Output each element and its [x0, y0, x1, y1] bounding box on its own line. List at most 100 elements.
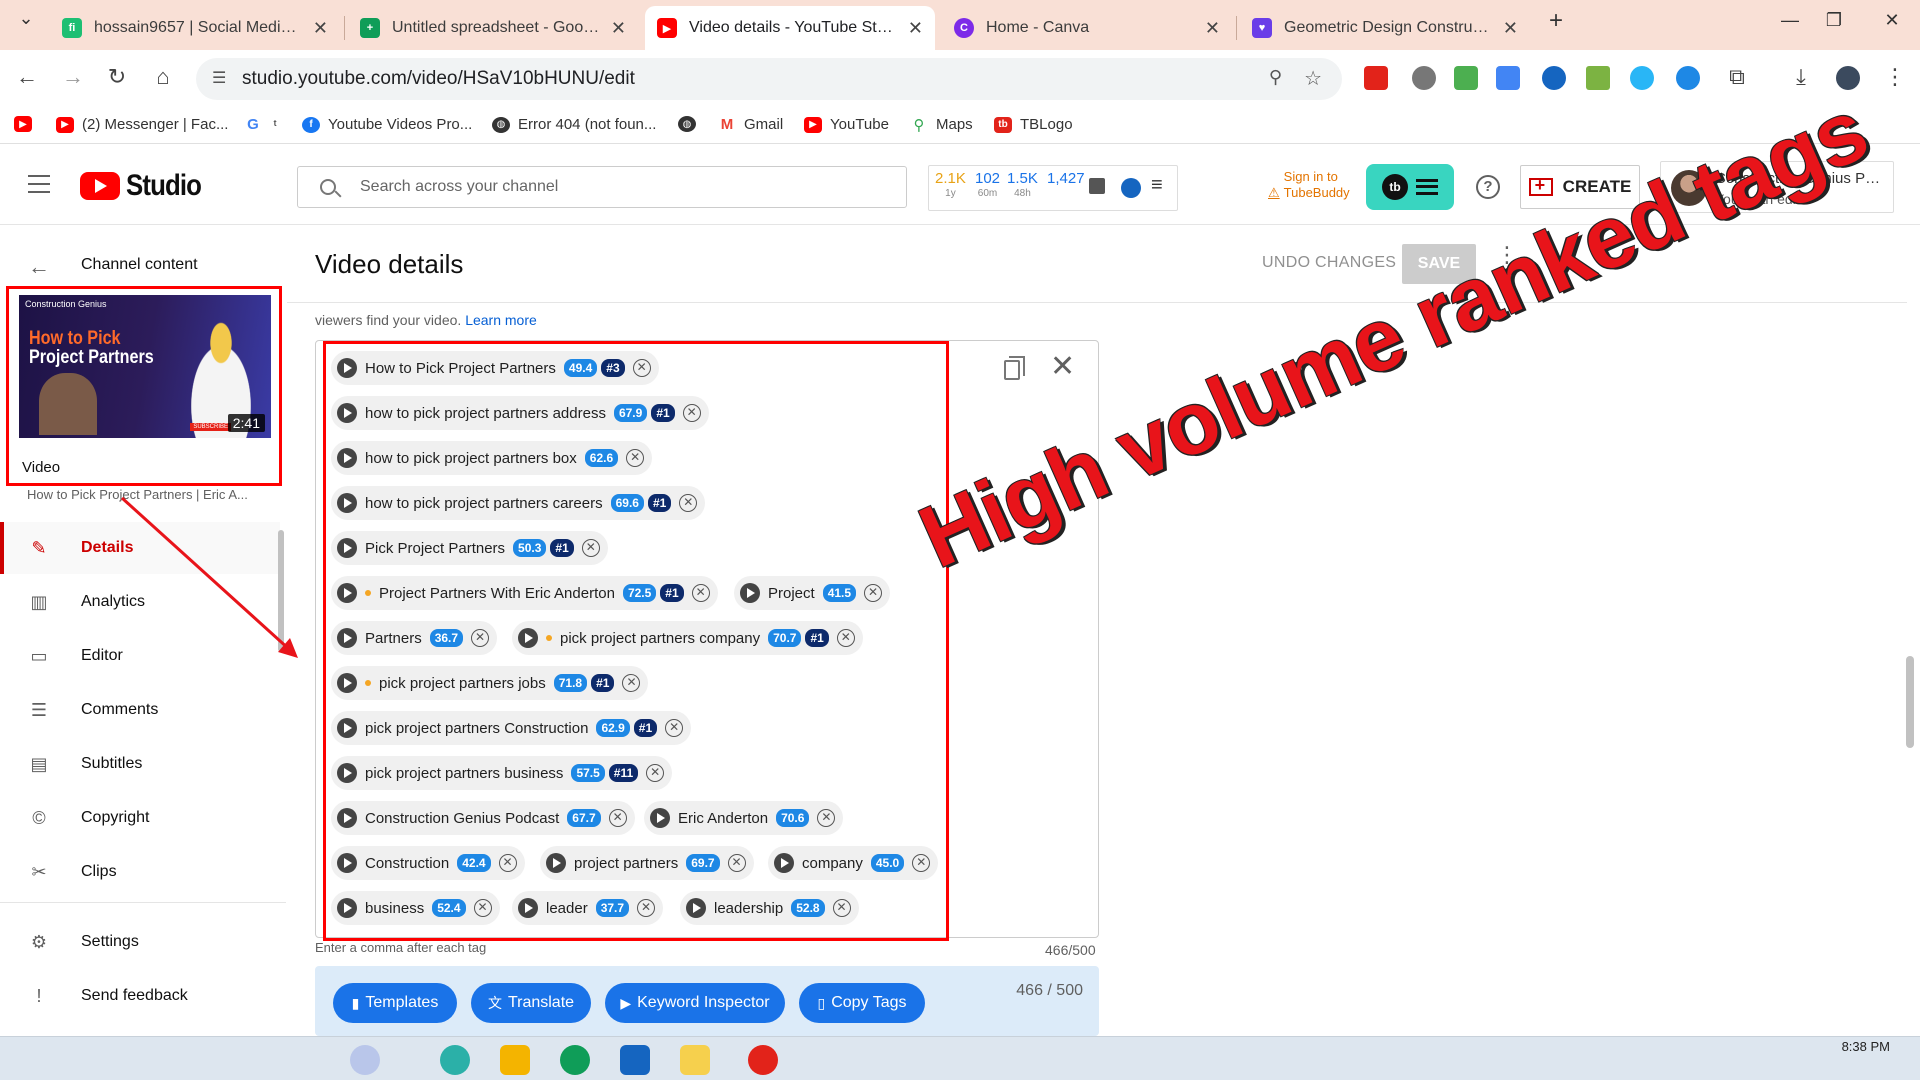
sidebar-item-clips[interactable]: ✂ Clips: [0, 846, 280, 898]
translate-extension-icon[interactable]: [1496, 66, 1520, 90]
tag-chip[interactable]: project partners 69.7 ✕: [540, 846, 754, 880]
sidebar-item-subtitles[interactable]: ▤ Subtitles: [0, 738, 280, 790]
sidebar-item-copyright[interactable]: © Copyright: [0, 792, 280, 844]
tab-search-icon[interactable]: ⌄: [6, 8, 46, 29]
extension-badge-icon[interactable]: [1412, 66, 1436, 90]
site-info-icon[interactable]: ☰: [212, 68, 226, 88]
stats-menu-icon[interactable]: ≡: [1151, 174, 1163, 197]
remove-tag-icon[interactable]: ✕: [471, 629, 490, 647]
tag-chip[interactable]: how to pick project partners box 62.6 ✕: [331, 441, 653, 475]
restore-icon[interactable]: ❐: [1814, 10, 1854, 31]
tag-chip[interactable]: Project 41.5 ✕: [734, 576, 891, 610]
tag-chip[interactable]: pick project partners Construction 62.9 #1…: [331, 711, 692, 745]
keyword-explorer-icon[interactable]: [1121, 178, 1141, 198]
tag-chip[interactable]: leadership 52.8 ✕: [680, 891, 859, 925]
tubebuddy-menu-button[interactable]: tb: [1366, 164, 1454, 210]
page-scrollbar[interactable]: [1906, 656, 1914, 748]
new-tab-icon[interactable]: +: [1536, 7, 1576, 35]
sidebar-item-analytics[interactable]: ▥ Analytics: [0, 576, 280, 628]
file-explorer-icon[interactable]: [500, 1045, 530, 1075]
browser-menu-icon[interactable]: ⋮: [1880, 64, 1910, 90]
remove-tag-icon[interactable]: ✕: [637, 899, 656, 917]
remove-tag-icon[interactable]: ✕: [727, 854, 746, 872]
tag-chip[interactable]: How to Pick Project Partners 49.4 #3 ✕: [331, 351, 659, 385]
tag-chip[interactable]: leader 37.7 ✕: [512, 891, 664, 925]
app-icon[interactable]: [748, 1045, 778, 1075]
bookmark-star-icon[interactable]: ☆: [1304, 66, 1322, 91]
close-tab-icon[interactable]: ✕: [313, 18, 328, 39]
tag-chip[interactable]: how to pick project partners careers 69.6…: [331, 486, 706, 520]
sidebar-item-editor[interactable]: ▭ Editor: [0, 630, 280, 682]
sidebar-item-comments[interactable]: ☰ Comments: [0, 684, 280, 736]
address-bar[interactable]: ☰ studio.youtube.com/video/HSaV10bHUNU/e…: [196, 58, 1342, 100]
widgets-icon[interactable]: [350, 1045, 380, 1075]
sidebar-item-send-feedback[interactable]: ! Send feedback: [0, 970, 280, 1022]
bookmark-youtube-videos[interactable]: f Youtube Videos Pro...: [302, 116, 472, 133]
remove-tag-icon[interactable]: ✕: [626, 449, 645, 467]
remove-tag-icon[interactable]: ✕: [608, 809, 627, 827]
remove-tag-icon[interactable]: ✕: [473, 899, 492, 917]
keyword-inspector-button[interactable]: ▶ Keyword Inspector: [605, 983, 785, 1023]
remove-tag-icon[interactable]: ✕: [912, 854, 931, 872]
remove-tag-icon[interactable]: ✕: [679, 494, 698, 512]
app-icon[interactable]: [440, 1045, 470, 1075]
remove-tag-icon[interactable]: ✕: [836, 629, 855, 647]
close-tab-icon[interactable]: ✕: [1205, 18, 1220, 39]
home-icon[interactable]: ⌂: [148, 64, 178, 90]
reload-icon[interactable]: ↻: [102, 64, 132, 90]
browser-tab-sheets[interactable]: + Untitled spreadsheet - Google S ✕: [348, 6, 638, 50]
remove-tag-icon[interactable]: ✕: [864, 584, 883, 602]
tag-chip[interactable]: Project Partners With Eric Anderton 72.5 #…: [331, 576, 718, 610]
tag-chip[interactable]: Eric Anderton 70.6 ✕: [644, 801, 844, 835]
translate-button[interactable]: 文 Translate: [471, 983, 591, 1023]
sidebar-scrollbar[interactable]: [278, 530, 284, 652]
extensions-puzzle-icon[interactable]: ⧉: [1722, 64, 1752, 90]
tubebuddy-extension-icon[interactable]: [1364, 66, 1388, 90]
bookmark-error-404[interactable]: ◍ Error 404 (not foun...: [492, 116, 656, 133]
clear-tags-icon[interactable]: ✕: [1050, 352, 1075, 382]
tag-chip[interactable]: Construction 42.4 ✕: [331, 846, 525, 880]
copy-tags-button[interactable]: ▯ Copy Tags: [799, 983, 925, 1023]
tag-chip[interactable]: pick project partners company 70.7 #1 ✕: [512, 621, 863, 655]
undo-changes-button[interactable]: UNDO CHANGES: [1262, 254, 1396, 272]
app-icon[interactable]: [680, 1045, 710, 1075]
tubebuddy-signin-link[interactable]: ⚠Sign in to TubeBuddy: [1268, 169, 1356, 201]
tag-chip[interactable]: Pick Project Partners 50.3 #1 ✕: [331, 531, 608, 565]
close-tab-icon[interactable]: ✕: [908, 18, 923, 39]
close-tab-icon[interactable]: ✕: [611, 18, 626, 39]
tag-chip[interactable]: Construction Genius Podcast 67.7 ✕: [331, 801, 635, 835]
search-input[interactable]: Search across your channel: [297, 166, 907, 208]
remove-tag-icon[interactable]: ✕: [817, 809, 836, 827]
templates-button[interactable]: ▮ Templates: [333, 983, 457, 1023]
remove-tag-icon[interactable]: ✕: [646, 764, 665, 782]
tag-chip[interactable]: pick project partners jobs 71.8 #1 ✕: [331, 666, 649, 700]
tag-chip[interactable]: how to pick project partners address 67.9…: [331, 396, 709, 430]
remove-tag-icon[interactable]: ✕: [691, 584, 710, 602]
tag-chip[interactable]: Partners 36.7 ✕: [331, 621, 498, 655]
back-arrow-icon[interactable]: ←: [28, 254, 50, 280]
browser-tab-canva[interactable]: C Home - Canva ✕: [942, 6, 1232, 50]
sidebar-item-settings[interactable]: ⚙ Settings: [0, 916, 280, 968]
bookmark-messenger[interactable]: ▶ (2) Messenger | Fac...: [56, 116, 228, 133]
bookmark-youtube-main[interactable]: ▶ YouTube: [804, 116, 889, 133]
tag-chip[interactable]: pick project partners business 57.5 #11 ✕: [331, 756, 673, 790]
tag-chip[interactable]: company 45.0 ✕: [768, 846, 939, 880]
bookmark-gmail[interactable]: M Gmail: [718, 116, 783, 133]
sidebar-item-details[interactable]: ✎ Details: [0, 522, 280, 574]
remove-tag-icon[interactable]: ✕: [832, 899, 851, 917]
bookmark-youtube[interactable]: ▶: [14, 116, 40, 132]
help-icon[interactable]: ?: [1476, 175, 1500, 199]
zoom-icon[interactable]: ⚲: [1269, 67, 1282, 88]
back-icon[interactable]: ←: [12, 64, 42, 90]
remove-tag-icon[interactable]: ✕: [665, 719, 684, 737]
remove-tag-icon[interactable]: ✕: [682, 404, 701, 422]
remove-tag-icon[interactable]: ✕: [622, 674, 641, 692]
extension-icon[interactable]: [1454, 66, 1478, 90]
tubebuddy-stats-widget[interactable]: 2.1K 1y 102 60m 1.5K 48h 1,427 ≡: [928, 165, 1178, 211]
extension-icon[interactable]: [1676, 66, 1700, 90]
remove-tag-icon[interactable]: ✕: [632, 359, 651, 377]
youtube-studio-logo[interactable]: Studio: [80, 169, 213, 203]
browser-tab-geometric[interactable]: ♥ Geometric Design Construction ✕: [1240, 6, 1530, 50]
close-tab-icon[interactable]: ✕: [1503, 18, 1518, 39]
tag-chip[interactable]: business 52.4 ✕: [331, 891, 500, 925]
